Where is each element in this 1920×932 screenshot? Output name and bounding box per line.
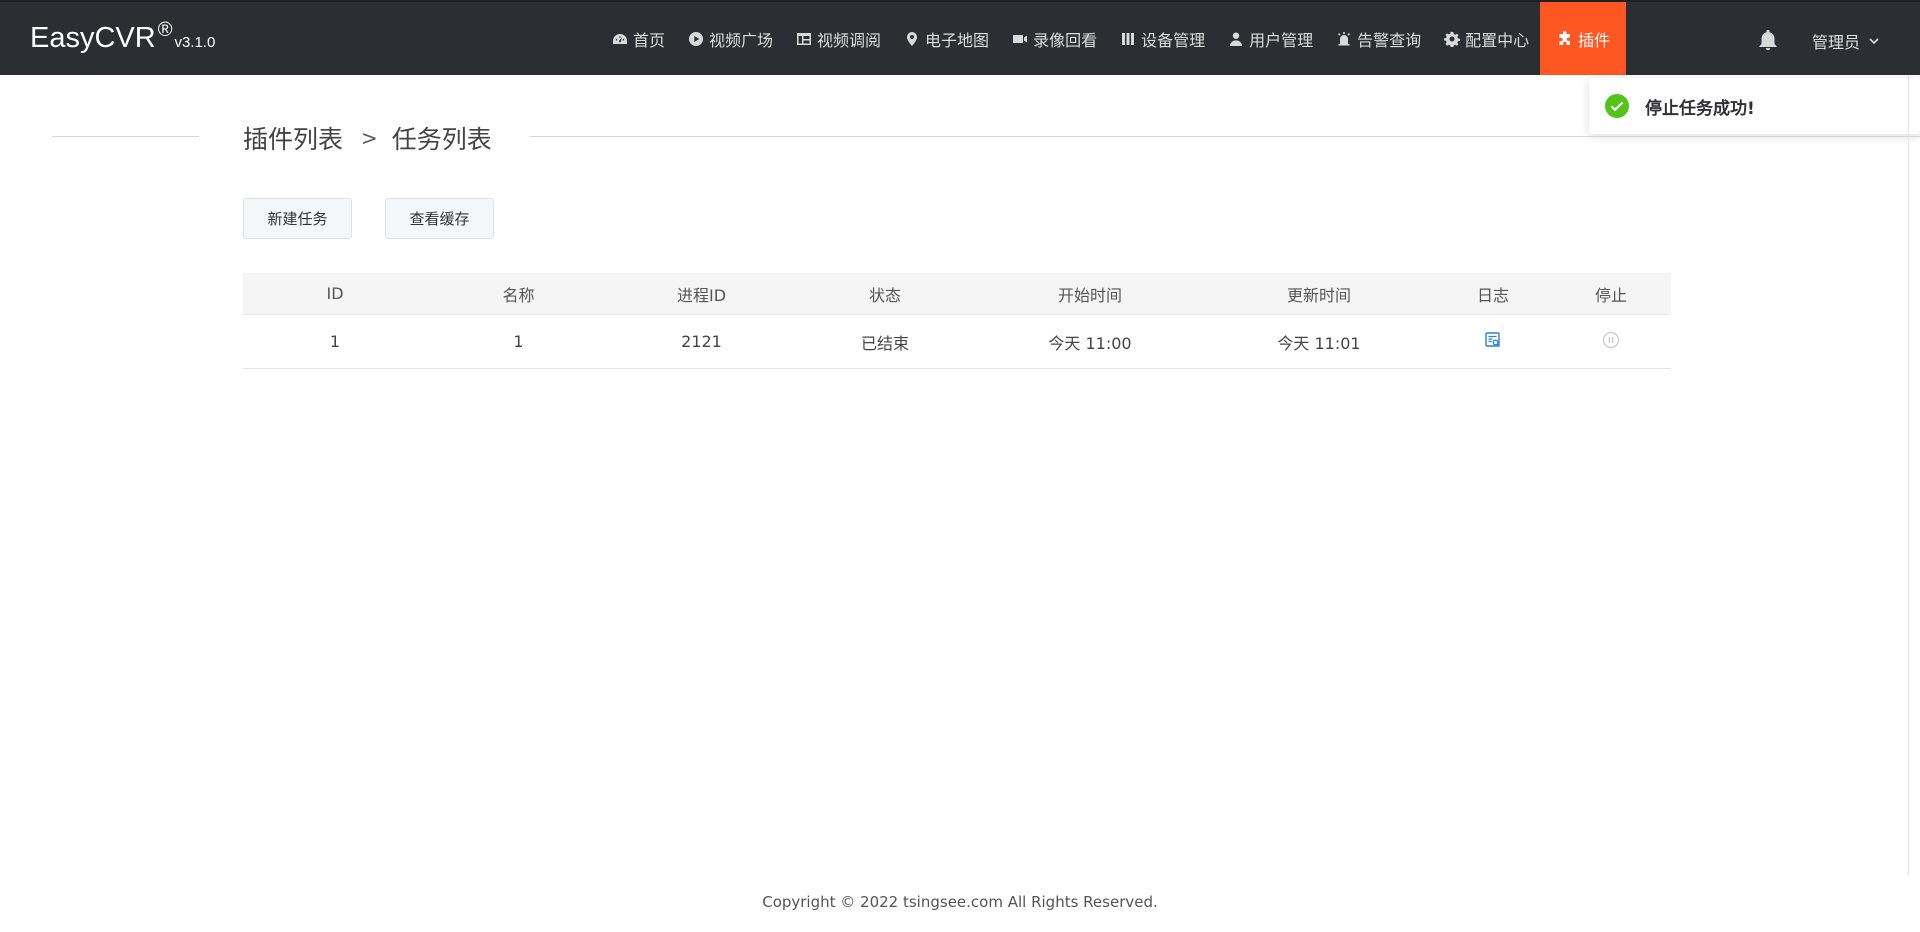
col-header-name: 名称 [502,285,535,305]
gear-icon [1443,30,1460,47]
breadcrumb-separator: > [361,126,378,150]
scrollbar-edge [1908,75,1909,875]
nav-item-plugins[interactable]: 插件 [1540,2,1627,75]
task-table: ID 名称 进程ID 状态 开始时间 更新时间 日志 停止 1 1 2121 已… [243,273,1671,369]
play-circle-icon [687,30,704,47]
grid-table-icon [795,30,812,47]
nav-item-emap[interactable]: 电子地图 [892,2,1000,75]
col-header-status: 状态 [868,285,901,305]
device-icon [1119,30,1136,47]
nav-label: 设备管理 [1141,30,1206,50]
dashboard-icon [611,30,628,47]
col-header-stop: 停止 [1594,285,1627,305]
admin-menu[interactable]: 管理员 [1812,29,1880,53]
nav-label: 录像回看 [1033,30,1098,50]
pause-circle-icon[interactable] [1602,331,1620,353]
puzzle-icon [1556,30,1573,47]
view-cache-button[interactable]: 查看缓存 [385,198,494,239]
bell-icon[interactable] [1756,28,1780,52]
brand-name: EasyCVR [30,22,156,54]
cell-start-time: 今天 11:00 [1048,333,1132,353]
nav-label: 用户管理 [1249,30,1314,50]
check-circle-icon [1605,94,1629,118]
brand-logo[interactable]: EasyCVR ® v3.1.0 [30,20,215,56]
table-row: 1 1 2121 已结束 今天 11:00 今天 11:01 [243,315,1671,369]
nav-item-settings[interactable]: 配置中心 [1432,2,1540,75]
new-task-button[interactable]: 新建任务 [243,198,352,239]
success-toast: 停止任务成功! [1589,78,1920,134]
breadcrumb-current: 任务列表 [391,125,492,154]
cell-name: 1 [513,332,524,351]
col-header-log: 日志 [1476,285,1509,305]
nav-item-video-square[interactable]: 视频广场 [676,2,784,75]
table-header: ID 名称 进程ID 状态 开始时间 更新时间 日志 停止 [243,273,1671,315]
nav-label: 视频调阅 [817,30,882,50]
alarm-icon [1335,30,1352,47]
footer-copyright: Copyright © 2022 tsingsee.com All Rights… [762,893,1158,911]
admin-label: 管理员 [1812,33,1861,52]
nav-item-users[interactable]: 用户管理 [1216,2,1324,75]
nav-label: 告警查询 [1357,30,1422,50]
toast-message: 停止任务成功! [1645,98,1755,119]
user-icon [1227,30,1244,47]
col-header-pid: 进程ID [676,285,727,305]
divider-left [52,136,199,137]
video-camera-icon [1011,30,1028,47]
brand-registered-mark: ® [157,19,173,41]
nav-item-video-browse[interactable]: 视频调阅 [784,2,892,75]
col-header-id: ID [326,284,344,303]
cell-status: 已结束 [860,333,909,353]
col-header-update-time: 更新时间 [1286,285,1351,305]
cell-id: 1 [329,332,341,351]
app-version: v3.1.0 [174,34,216,51]
cell-update-time: 今天 11:01 [1277,333,1361,353]
divider-right [530,136,1920,137]
nav-label: 电子地图 [925,30,990,50]
main-nav: 首页 视频广场 视频调阅 电子地图 录像回看 设备管理 用户管理 告警查询 配置… [600,2,1627,75]
map-pin-icon [903,30,920,47]
cell-log [1435,315,1551,368]
nav-label: 插件 [1578,30,1611,50]
nav-item-playback[interactable]: 录像回看 [1000,2,1108,75]
col-header-start-time: 开始时间 [1057,285,1122,305]
nav-item-devices[interactable]: 设备管理 [1108,2,1216,75]
breadcrumb: 插件列表 > 任务列表 [243,120,492,156]
top-navbar: EasyCVR ® v3.1.0 首页 视频广场 视频调阅 电子地图 录像回看 … [0,0,1920,75]
nav-item-home[interactable]: 首页 [600,2,676,75]
nav-item-alarms[interactable]: 告警查询 [1324,2,1432,75]
nav-label: 配置中心 [1465,30,1530,50]
nav-label: 首页 [633,30,666,50]
breadcrumb-parent[interactable]: 插件列表 [243,120,343,156]
nav-label: 视频广场 [709,30,774,50]
log-view-icon[interactable] [1484,331,1502,353]
cell-pid: 2121 [681,332,722,351]
chevron-down-icon [1869,38,1879,45]
cell-stop [1551,315,1671,368]
